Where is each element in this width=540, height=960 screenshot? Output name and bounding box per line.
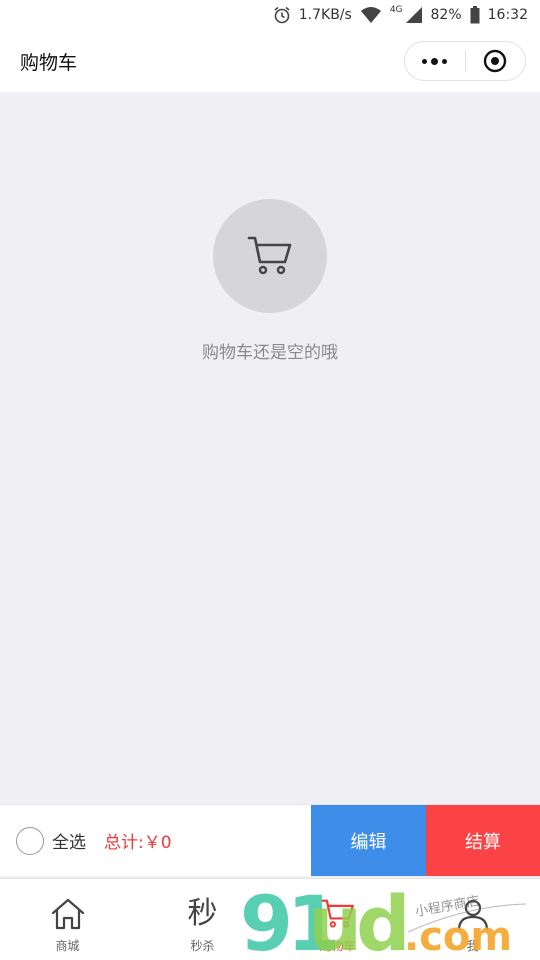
- page-header: 购物车: [0, 30, 540, 92]
- tab-flash-sale[interactable]: 秒 秒杀: [135, 879, 270, 960]
- alarm-icon: [273, 6, 291, 24]
- empty-cart-illustration: [213, 199, 327, 313]
- network-type: 4G: [389, 5, 403, 15]
- bottom-tab-bar: 商城 秒 秒杀 购物车 我: [0, 878, 540, 960]
- net-speed: 1.7KB/s: [298, 7, 352, 23]
- select-all-label[interactable]: 全选: [52, 828, 86, 853]
- cart-content: 购物车还是空的哦: [0, 92, 540, 804]
- empty-cart-message: 购物车还是空的哦: [202, 343, 338, 363]
- flash-sale-glyph: 秒: [187, 896, 218, 931]
- more-dots-icon: [422, 57, 448, 65]
- select-all-checkbox[interactable]: [16, 826, 44, 855]
- more-button[interactable]: [405, 42, 465, 80]
- checkout-button[interactable]: 结算: [426, 805, 540, 876]
- user-icon: [456, 895, 490, 933]
- tab-mall[interactable]: 商城: [0, 879, 135, 960]
- tab-label: 秒杀: [190, 939, 215, 953]
- status-bar: 1.7KB/s 4G 82% 16:32: [0, 0, 540, 30]
- tab-label: 商城: [55, 939, 80, 953]
- tab-cart[interactable]: 购物车: [270, 879, 405, 960]
- close-mini-program-button[interactable]: [466, 42, 526, 80]
- cart-icon: [320, 895, 355, 933]
- target-icon: [484, 49, 507, 73]
- mini-program-capsule: [404, 41, 526, 81]
- clock: 16:32: [487, 7, 528, 23]
- tab-me[interactable]: 我: [405, 879, 540, 960]
- total-label: 总计:: [104, 833, 144, 853]
- cart-icon: [247, 236, 292, 275]
- select-all-area: 全选 总计: ￥0: [0, 805, 311, 876]
- edit-button[interactable]: 编辑: [311, 805, 426, 876]
- battery-icon: [470, 6, 480, 24]
- tab-label: 我: [466, 939, 479, 953]
- page-title: 购物车: [20, 51, 78, 74]
- wifi-icon: [360, 6, 382, 24]
- battery-level: 82%: [430, 7, 462, 23]
- home-icon: [50, 895, 86, 933]
- total-value: ￥0: [143, 833, 172, 853]
- total-price: 总计: ￥0: [104, 828, 172, 853]
- signal-icon: [405, 6, 423, 24]
- flash-sale-icon: 秒: [188, 895, 218, 933]
- tab-label: 购物车: [319, 939, 356, 953]
- cart-action-bar: 全选 总计: ￥0 编辑 结算: [0, 804, 540, 876]
